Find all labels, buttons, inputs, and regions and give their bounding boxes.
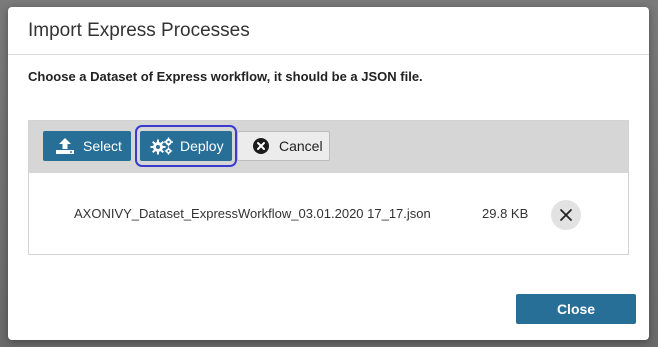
select-button-label: Select [83, 138, 122, 154]
file-row: AXONIVY_Dataset_ExpressWorkflow_03.01.20… [29, 173, 628, 255]
close-button-label: Close [556, 301, 596, 317]
close-button[interactable]: Close [516, 294, 636, 324]
file-name: AXONIVY_Dataset_ExpressWorkflow_03.01.20… [74, 206, 431, 221]
close-circle-icon [249, 136, 273, 156]
file-size: 29.8 KB [482, 206, 529, 221]
cancel-button[interactable]: Cancel [237, 131, 330, 161]
dialog-title: Import Express Processes [28, 19, 250, 41]
deploy-button[interactable]: Deploy [140, 131, 232, 161]
upload-toolbar: Select Deploy Cancel [29, 121, 628, 173]
select-button[interactable]: Select [43, 131, 131, 161]
instructions-text: Choose a Dataset of Express workflow, it… [28, 69, 423, 84]
deploy-button-label: Deploy [180, 138, 224, 154]
file-upload-panel: Select Deploy Cancel AXONIVY_Dataset_Exp… [28, 120, 629, 255]
import-dialog: Import Express Processes Choose a Datase… [8, 7, 649, 340]
close-icon [559, 208, 573, 222]
dialog-header: Import Express Processes [8, 7, 649, 55]
remove-file-button[interactable] [551, 200, 581, 230]
cancel-button-label: Cancel [279, 138, 323, 154]
upload-icon [53, 136, 77, 156]
gears-icon [150, 136, 174, 156]
